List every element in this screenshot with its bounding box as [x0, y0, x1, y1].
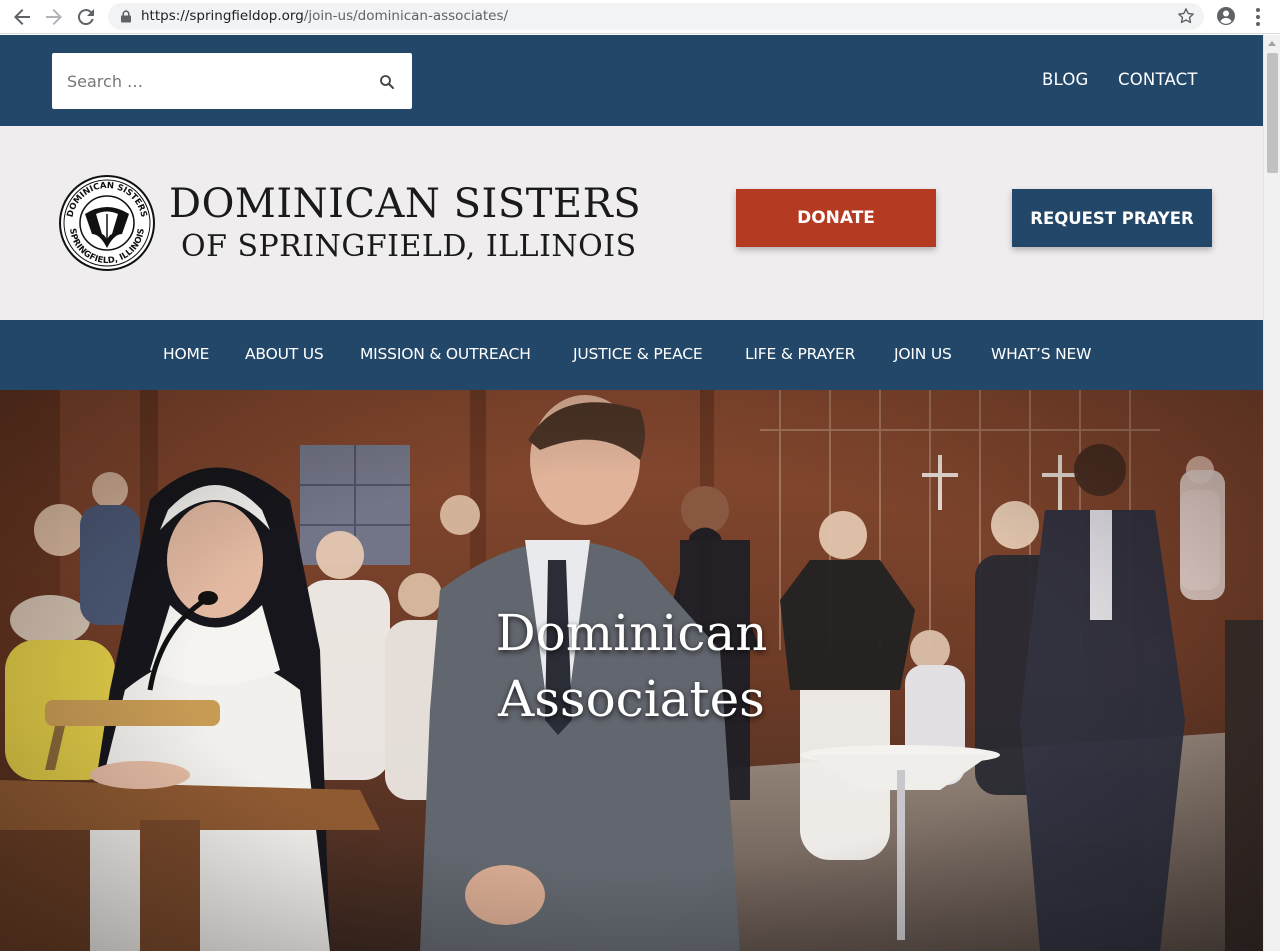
nav-whats-new[interactable]: WHAT’S NEW	[991, 345, 1091, 363]
url-path: /join-us/dominican-associates/	[303, 8, 509, 24]
account-icon[interactable]	[1216, 6, 1236, 26]
dominican-seal-logo[interactable]: DOMINICAN SISTERS SPRINGFIELD, ILLINOIS	[58, 174, 156, 272]
reload-icon[interactable]	[74, 5, 98, 29]
blog-link[interactable]: BLOG	[1042, 70, 1089, 89]
hero-banner: Dominican Associates	[0, 390, 1263, 951]
top-bar: BLOG CONTACT	[0, 35, 1263, 126]
hero-title-line2: Associates	[498, 670, 765, 728]
browser-toolbar: https://springfieldop.org/join-us/domini…	[0, 0, 1280, 34]
logo-title-line1[interactable]: DOMINICAN SISTERS	[169, 184, 641, 224]
bookmark-star-icon[interactable]	[1176, 6, 1196, 26]
nav-justice-peace[interactable]: JUSTICE & PEACE	[573, 345, 703, 363]
back-icon[interactable]	[10, 5, 34, 29]
scroll-up-arrow-icon[interactable]	[1268, 41, 1276, 46]
contact-link[interactable]: CONTACT	[1118, 70, 1198, 89]
nav-about-us[interactable]: ABOUT US	[245, 345, 324, 363]
nav-join-us[interactable]: JOIN US	[894, 345, 952, 363]
request-prayer-button[interactable]: REQUEST PRAYER	[1012, 189, 1212, 247]
search-input[interactable]	[52, 53, 372, 109]
hero-title: Dominican Associates	[0, 600, 1263, 732]
url-text: https://springfieldop.org/join-us/domini…	[141, 8, 508, 24]
donate-button[interactable]: DONATE	[736, 189, 936, 247]
logo-title-line2[interactable]: OF SPRINGFIELD, ILLINOIS	[181, 232, 637, 262]
nav-home[interactable]: HOME	[163, 345, 209, 363]
page-scrollbar[interactable]	[1263, 35, 1280, 951]
hero-title-line1: Dominican	[495, 604, 768, 662]
site-header: DOMINICAN SISTERS SPRINGFIELD, ILLINOIS …	[0, 126, 1263, 320]
main-navigation: HOME ABOUT US MISSION & OUTREACH JUSTICE…	[0, 320, 1263, 390]
menu-kebab-icon[interactable]	[1250, 6, 1266, 28]
url-domain: https://springfieldop.org	[141, 8, 304, 24]
nav-mission-outreach[interactable]: MISSION & OUTREACH	[360, 345, 531, 363]
forward-icon[interactable]	[42, 5, 66, 29]
scroll-thumb[interactable]	[1267, 53, 1278, 173]
search-form	[52, 53, 412, 109]
search-icon[interactable]	[379, 74, 395, 90]
nav-life-prayer[interactable]: LIFE & PRAYER	[745, 345, 855, 363]
address-bar[interactable]: https://springfieldop.org/join-us/domini…	[108, 3, 1204, 30]
lock-icon	[121, 10, 131, 23]
